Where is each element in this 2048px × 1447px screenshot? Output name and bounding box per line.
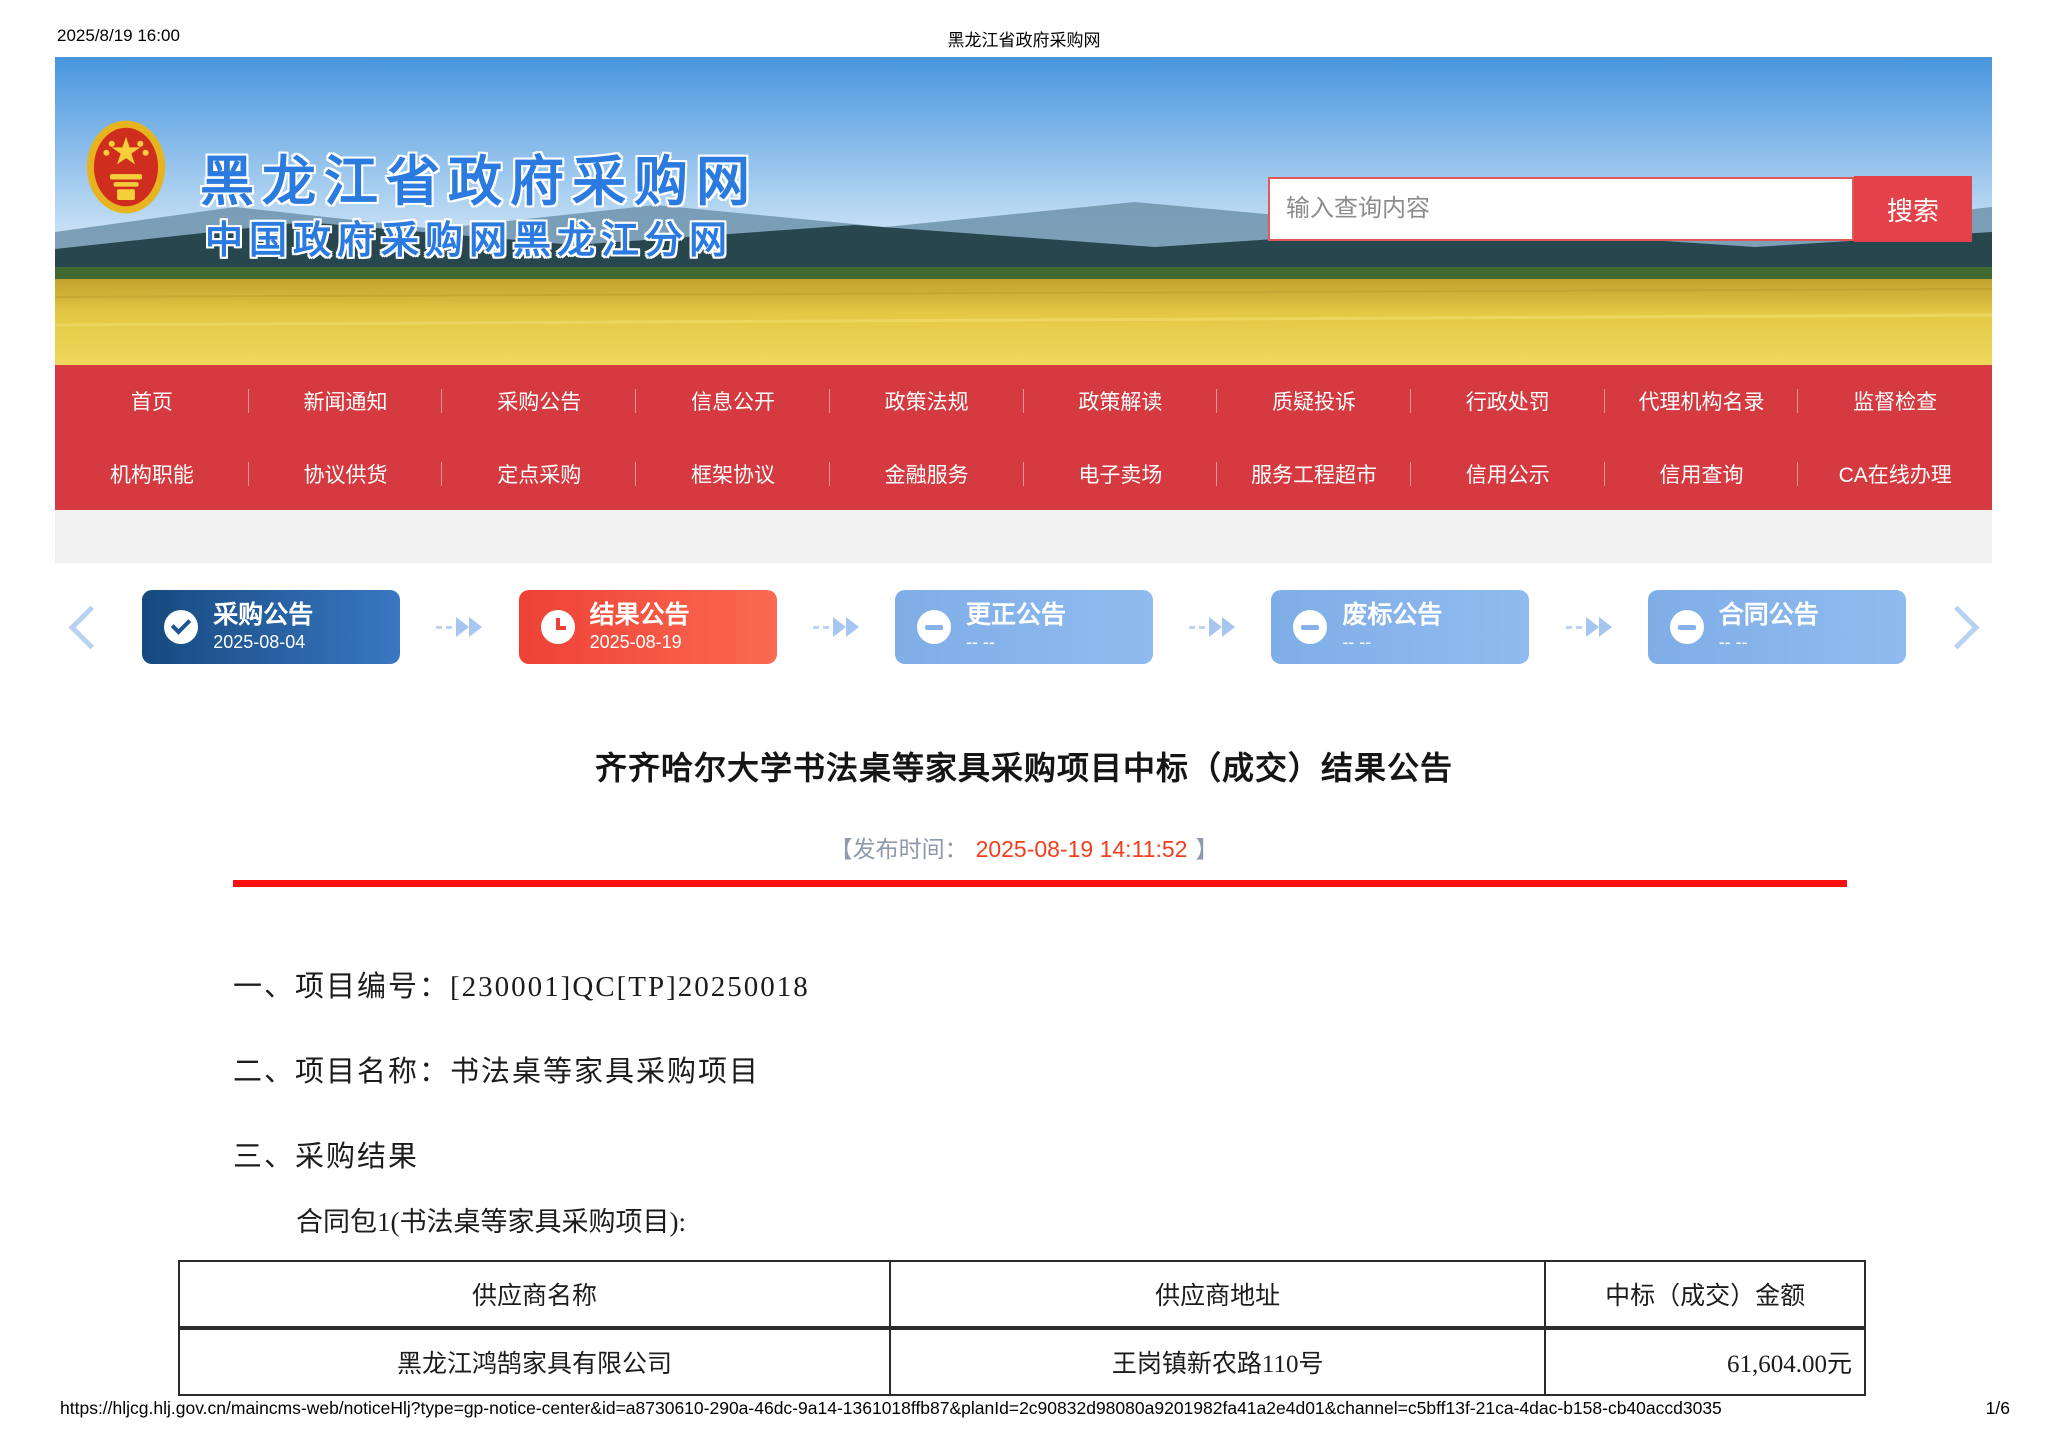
nav-credit-query[interactable]: 信用查询 — [1605, 459, 1799, 489]
nav-agreement-supply[interactable]: 协议供货 — [249, 459, 443, 489]
header-supplier-address: 供应商地址 — [890, 1261, 1545, 1328]
step-label: 更正公告 — [966, 601, 1066, 630]
nav-admin-penalty[interactable]: 行政处罚 — [1411, 386, 1605, 416]
header-award-amount: 中标（成交）金额 — [1545, 1261, 1865, 1328]
nav-financial-services[interactable]: 金融服务 — [830, 459, 1024, 489]
minus-circle-icon — [1293, 610, 1327, 644]
flow-arrow-icon — [1189, 617, 1235, 637]
nav-fixed-point-procurement[interactable]: 定点采购 — [442, 459, 636, 489]
nav-framework-agreement[interactable]: 框架协议 — [636, 459, 830, 489]
step-date: 2025-08-19 — [590, 632, 690, 653]
nav-news[interactable]: 新闻通知 — [249, 386, 443, 416]
search-input[interactable] — [1270, 179, 1852, 239]
flow-arrow-icon — [813, 617, 859, 637]
step-result-notice[interactable]: 结果公告 2025-08-19 — [519, 590, 777, 664]
nav-agency-directory[interactable]: 代理机构名录 — [1605, 386, 1799, 416]
contract-package-line: 合同包1(书法桌等家具采购项目): — [296, 1200, 686, 1239]
step-correction-notice[interactable]: 更正公告 -- -- — [895, 590, 1153, 664]
site-title: 黑龙江省政府采购网 — [200, 137, 758, 216]
national-emblem-icon — [85, 117, 167, 217]
main-nav: 首页 新闻通知 采购公告 信息公开 政策法规 政策解读 质疑投诉 行政处罚 代理… — [55, 365, 1992, 510]
cell-award-amount: 61,604.00元 — [1545, 1328, 1865, 1395]
nav-row-2: 机构职能 协议供货 定点采购 框架协议 金融服务 电子卖场 服务工程超市 信用公… — [55, 437, 1992, 510]
nav-org-functions[interactable]: 机构职能 — [55, 459, 249, 489]
table-header-row: 供应商名称 供应商地址 中标（成交）金额 — [179, 1261, 1865, 1328]
step-contract-notice[interactable]: 合同公告 -- -- — [1648, 590, 1906, 664]
site-banner: 黑龙江省政府采购网 中国政府采购网黑龙江分网 搜索 — [55, 57, 1992, 365]
check-circle-icon — [164, 610, 198, 644]
publish-suffix: 】 — [1195, 836, 1218, 862]
chevron-left-icon[interactable] — [69, 605, 113, 649]
step-date: -- -- — [1342, 632, 1442, 653]
nav-complaints[interactable]: 质疑投诉 — [1217, 386, 1411, 416]
step-date: 2025-08-04 — [213, 632, 313, 653]
print-page-title: 黑龙江省政府采购网 — [0, 26, 2048, 51]
step-date: -- -- — [1719, 632, 1819, 653]
publish-time: 2025-08-19 14:11:52 — [976, 836, 1188, 862]
chevron-right-icon[interactable] — [1935, 605, 1979, 649]
step-label: 合同公告 — [1719, 601, 1819, 630]
notice-process-steps: 采购公告 2025-08-04 结果公告 2025-08-19 更正公告 -- … — [75, 585, 1973, 669]
nav-home[interactable]: 首页 — [55, 386, 249, 416]
flow-arrow-icon — [1566, 617, 1612, 637]
nav-e-mall[interactable]: 电子卖场 — [1024, 459, 1218, 489]
step-label: 结果公告 — [590, 601, 690, 630]
red-divider — [233, 880, 1847, 887]
article-title: 齐齐哈尔大学书法桌等家具采购项目中标（成交）结果公告 — [0, 743, 2048, 789]
minus-circle-icon — [917, 610, 951, 644]
page: 2025/8/19 16:00 黑龙江省政府采购网 — [0, 0, 2048, 1447]
minus-circle-icon — [1670, 610, 1704, 644]
nav-bottom-band — [55, 510, 1992, 563]
nav-policy-interpretation[interactable]: 政策解读 — [1024, 386, 1218, 416]
publish-prefix: 【发布时间： — [830, 836, 968, 862]
step-procurement-notice[interactable]: 采购公告 2025-08-04 — [142, 590, 400, 664]
project-number-line: 一、项目编号：[230001]QC[TP]20250018 — [233, 963, 810, 1005]
header-supplier-name: 供应商名称 — [179, 1261, 890, 1328]
nav-row-1: 首页 新闻通知 采购公告 信息公开 政策法规 政策解读 质疑投诉 行政处罚 代理… — [55, 365, 1992, 437]
search-box — [1268, 177, 1854, 241]
table-row: 黑龙江鸿鹄家具有限公司 王岗镇新农路110号 61,604.00元 — [179, 1328, 1865, 1395]
print-url: https://hljcg.hlj.gov.cn/maincms-web/not… — [60, 1398, 1722, 1419]
flow-arrow-icon — [436, 617, 482, 637]
step-label: 采购公告 — [213, 601, 313, 630]
publish-time-line: 【发布时间： 2025-08-19 14:11:52 】 — [0, 830, 2048, 864]
search-button[interactable]: 搜索 — [1854, 176, 1972, 242]
nav-procurement-notice[interactable]: 采购公告 — [442, 386, 636, 416]
nav-info-disclosure[interactable]: 信息公开 — [636, 386, 830, 416]
step-date: -- -- — [966, 632, 1066, 653]
nav-credit-publicity[interactable]: 信用公示 — [1411, 459, 1605, 489]
nav-ca-online[interactable]: CA在线办理 — [1798, 459, 1992, 489]
site-subtitle: 中国政府采购网黑龙江分网 — [205, 209, 733, 264]
procurement-result-line: 三、采购结果 — [233, 1133, 419, 1175]
step-label: 废标公告 — [1342, 601, 1442, 630]
nav-supervision[interactable]: 监督检查 — [1798, 386, 1992, 416]
nav-service-mart[interactable]: 服务工程超市 — [1217, 459, 1411, 489]
result-table: 供应商名称 供应商地址 中标（成交）金额 黑龙江鸿鹄家具有限公司 王岗镇新农路1… — [178, 1260, 1866, 1396]
project-name-line: 二、项目名称：书法桌等家具采购项目 — [233, 1048, 760, 1090]
cell-supplier-address: 王岗镇新农路110号 — [890, 1328, 1545, 1395]
clock-icon — [541, 610, 575, 644]
print-page-number: 1/6 — [1986, 1398, 2010, 1419]
step-cancellation-notice[interactable]: 废标公告 -- -- — [1271, 590, 1529, 664]
nav-policy-regulation[interactable]: 政策法规 — [830, 386, 1024, 416]
cell-supplier-name: 黑龙江鸿鹄家具有限公司 — [179, 1328, 890, 1395]
